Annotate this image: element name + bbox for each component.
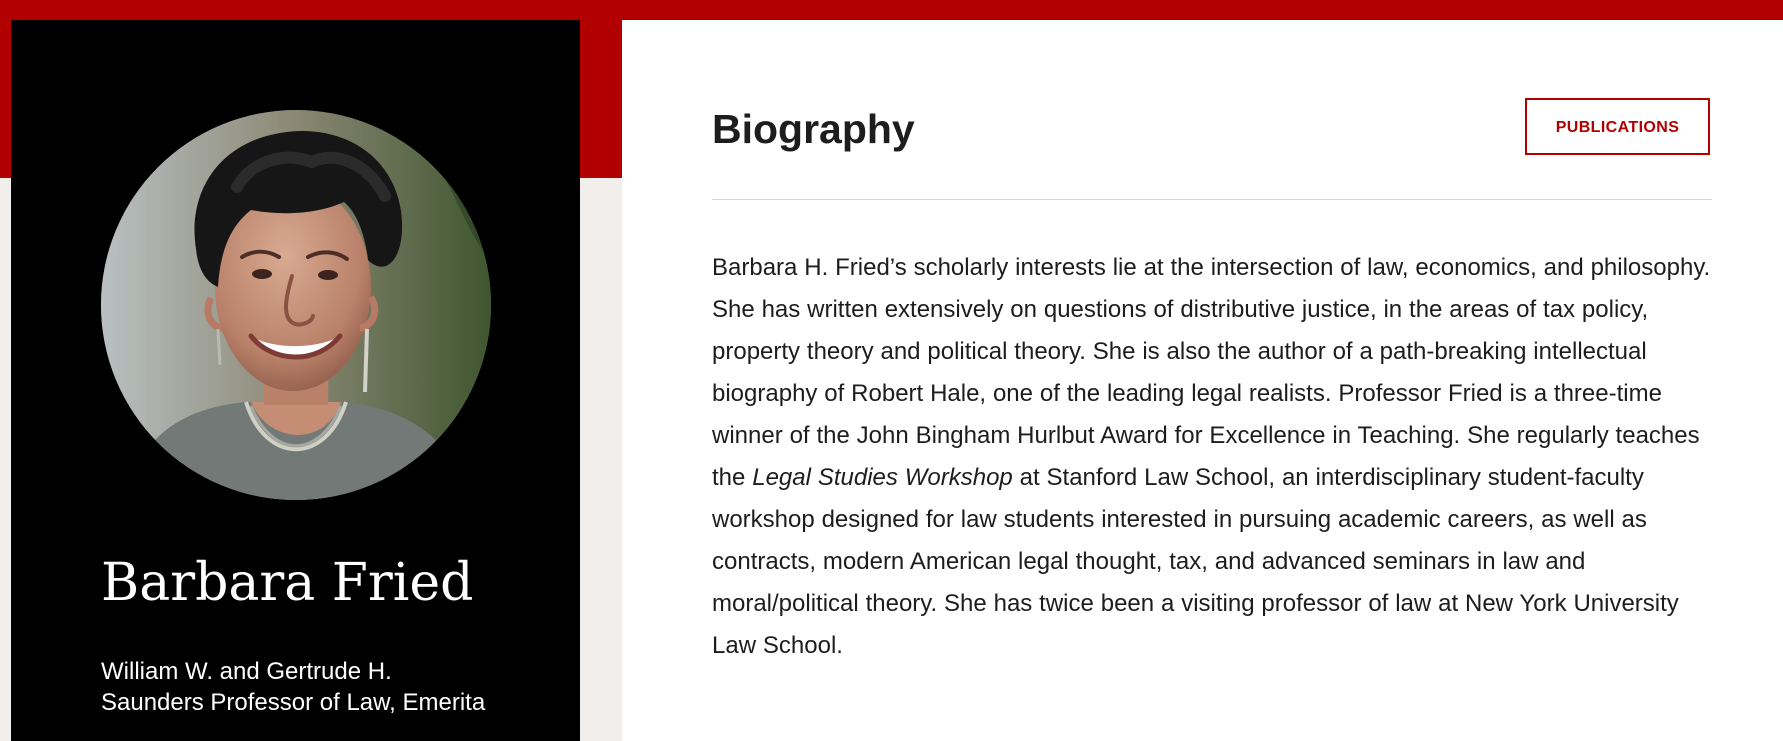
biography-text-part-2: at Stanford Law School, an interdiscipli… <box>712 464 1679 659</box>
profile-photo <box>101 110 491 500</box>
publications-button[interactable]: PUBLICATIONS <box>1525 98 1710 155</box>
biography-text: Barbara H. Fried’s scholarly interests l… <box>712 247 1712 667</box>
biography-heading: Biography <box>712 106 915 152</box>
legal-studies-workshop-emphasis: Legal Studies Workshop <box>752 464 1013 491</box>
section-divider <box>712 199 1712 200</box>
person-portrait-icon <box>101 110 491 500</box>
profile-name: Barbara Fried <box>101 553 474 613</box>
biography-text-part-1: Barbara H. Fried’s scholarly interests l… <box>712 254 1711 491</box>
profile-card: Barbara Fried William W. and Gertrude H.… <box>11 20 580 741</box>
profile-title: William W. and Gertrude H. Saunders Prof… <box>101 658 486 716</box>
biography-panel: Biography PUBLICATIONS Barbara H. Fried’… <box>622 20 1783 741</box>
